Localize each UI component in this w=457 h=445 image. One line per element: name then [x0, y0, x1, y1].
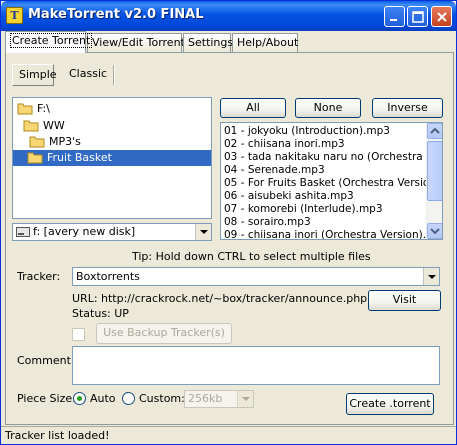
close-icon [437, 12, 447, 22]
select-none-button[interactable]: None [295, 98, 361, 118]
file-list-scrollbar[interactable] [426, 123, 442, 239]
list-item[interactable]: 08 - sorairo.mp3 [224, 216, 311, 229]
close-button[interactable] [431, 6, 452, 27]
piece-size-auto-radio[interactable] [73, 392, 86, 405]
mode-tab-classic[interactable]: Classic [63, 64, 109, 86]
list-item[interactable]: 07 - komorebi (Interlude).mp3 [224, 203, 383, 216]
use-backup-tracker-button[interactable]: Use Backup Tracker(s) [96, 323, 232, 344]
tracker-label: Tracker: [17, 270, 61, 283]
title-bar[interactable]: T MakeTorrent v2.0 FINAL [1, 1, 456, 31]
list-item[interactable]: 04 - Serenade.mp3 [224, 164, 325, 177]
tracker-status: Status: UP [72, 307, 129, 320]
list-item[interactable]: 02 - chiisana inori.mp3 [224, 138, 345, 151]
maketorrent-app-icon: T [6, 7, 23, 24]
tree-item-f-drive[interactable]: F:\ [15, 101, 50, 117]
piece-size-select[interactable]: 256kb [184, 390, 254, 408]
tab-create-torrent[interactable]: Create Torrent [5, 31, 93, 53]
maximize-button[interactable] [407, 6, 428, 27]
tracker-url: URL: http://crackrock.net/~box/tracker/a… [72, 292, 368, 305]
maketorrent-window: T MakeTorrent v2.0 FINAL Create Torrent … [0, 0, 457, 445]
drive-icon [16, 227, 30, 237]
file-list[interactable]: 01 - jokyoku (Introduction).mp3 02 - chi… [220, 122, 443, 240]
tab-help-about[interactable]: Help/About [232, 33, 298, 52]
status-bar: Tracker list loaded! [1, 426, 456, 444]
chevron-down-icon[interactable] [237, 391, 253, 407]
scroll-thumb[interactable] [427, 141, 442, 201]
piece-size-custom-radio[interactable] [122, 392, 135, 405]
tree-item-fruit-basket[interactable]: Fruit Basket [13, 150, 211, 166]
multi-select-tip: Tip: Hold down CTRL to select multiple f… [132, 250, 371, 263]
comment-field[interactable] [72, 346, 440, 385]
scroll-up-icon[interactable] [427, 123, 442, 139]
maximize-icon [412, 11, 424, 23]
list-item[interactable]: 05 - For Fruits Basket (Orchestra Versio… [224, 177, 442, 190]
minimize-button[interactable] [384, 6, 405, 27]
select-all-button[interactable]: All [220, 98, 286, 118]
create-torrent-button[interactable]: Create .torrent [346, 393, 434, 415]
folder-tree[interactable]: F:\ WW MP3's Fruit Basket [12, 97, 212, 219]
select-inverse-button[interactable]: Inverse [372, 98, 443, 118]
tab-view-edit-torrent[interactable]: View/Edit Torrent [87, 33, 185, 52]
visit-button[interactable]: Visit [368, 290, 441, 311]
folder-open-icon [17, 103, 33, 115]
backup-tracker-checkbox[interactable] [72, 328, 85, 341]
minimize-icon [390, 19, 397, 21]
tab-settings[interactable]: Settings [183, 33, 233, 52]
piece-size-label: Piece Size: [17, 392, 76, 405]
comment-label: Comment: [17, 354, 75, 367]
tree-item-mp3s[interactable]: MP3's [27, 134, 81, 150]
chevron-down-icon[interactable] [195, 224, 211, 240]
chevron-down-icon[interactable] [423, 268, 439, 285]
tracker-select[interactable]: Boxtorrents [72, 267, 440, 286]
folder-open-icon [27, 152, 43, 164]
list-item[interactable]: 09 - chiisana inori (Orchestra Version).… [224, 229, 442, 239]
scroll-down-icon[interactable] [427, 223, 442, 239]
mode-tab-simple[interactable]: Simple [12, 64, 57, 86]
piece-size-custom-label: Custom: [139, 392, 185, 405]
folder-open-icon [23, 120, 39, 132]
mode-tab-divider [113, 65, 115, 85]
drive-select[interactable]: f: [avery new disk] [12, 223, 212, 241]
list-item[interactable]: 06 - aisubeki ashita.mp3 [224, 190, 354, 203]
piece-size-auto-label: Auto [90, 392, 116, 405]
tree-item-ww[interactable]: WW [21, 118, 65, 134]
list-item[interactable]: 01 - jokyoku (Introduction).mp3 [224, 125, 390, 138]
list-item[interactable]: 03 - tada nakitaku naru no (Orchestra Ve… [224, 151, 442, 164]
window-title: MakeTorrent v2.0 FINAL [28, 7, 204, 22]
folder-open-icon [29, 136, 45, 148]
